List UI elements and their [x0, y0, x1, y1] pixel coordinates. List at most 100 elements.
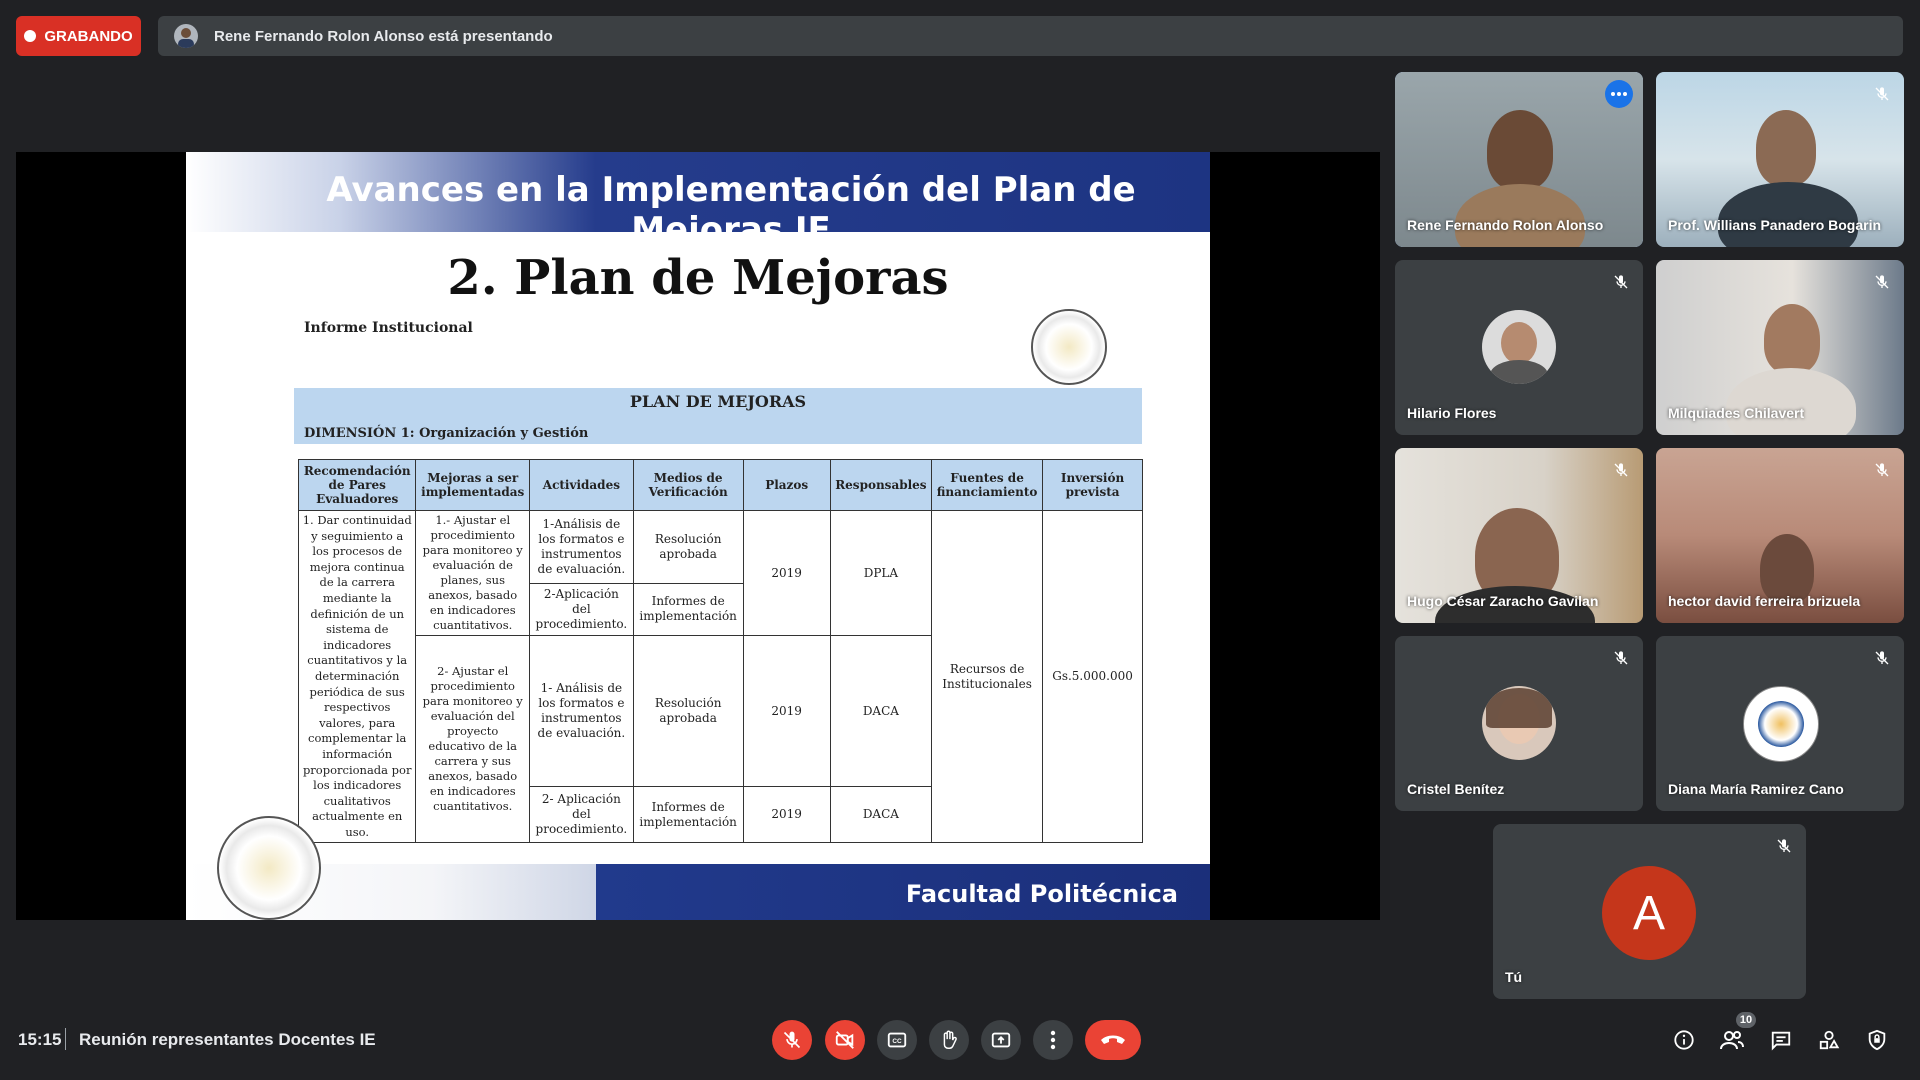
- svg-text:CC: CC: [892, 1038, 902, 1045]
- participant-name: Diana María Ramirez Cano: [1668, 781, 1844, 797]
- table-header: Actividades: [529, 459, 634, 511]
- table-header: Fuentes de financiamiento: [931, 459, 1044, 511]
- participant-tile[interactable]: Rene Fernando Rolon Alonso: [1395, 72, 1643, 247]
- table-cell: 1.- Ajustar el procedimiento para monito…: [415, 510, 531, 636]
- table-header: Recomendación de Pares Evaluadores: [297, 459, 417, 511]
- people-button[interactable]: [1716, 1024, 1748, 1056]
- mic-off-icon: [1870, 646, 1894, 670]
- participant-face: [1756, 110, 1816, 186]
- table-header: Mejoras a ser implementadas: [415, 459, 531, 511]
- faculty-seal-icon: [217, 816, 321, 920]
- mic-off-icon: [1870, 82, 1894, 106]
- participant-tile[interactable]: Hilario Flores: [1395, 260, 1643, 435]
- people-icon: [1720, 1031, 1744, 1050]
- mic-off-icon: [1609, 646, 1633, 670]
- captions-icon: CC: [887, 1032, 907, 1048]
- plan-header-band: PLAN DE MEJORAS DIMENSIÓN 1: Organizació…: [294, 388, 1142, 444]
- participant-tile[interactable]: Milquiades Chilavert: [1656, 260, 1904, 435]
- mic-off-icon: [1609, 458, 1633, 482]
- divider: [65, 1028, 66, 1050]
- slide-footer: Facultad Politécnica: [596, 864, 1210, 920]
- plan-title: PLAN DE MEJORAS: [629, 392, 807, 411]
- mic-off-icon: [1870, 270, 1894, 294]
- participant-face: [1764, 304, 1820, 374]
- participant-tile[interactable]: Cristel Benítez: [1395, 636, 1643, 811]
- mic-off-icon: [783, 1031, 801, 1049]
- leave-call-button[interactable]: [1085, 1020, 1141, 1060]
- participant-tile[interactable]: Prof. Willians Panadero Bogarin: [1656, 72, 1904, 247]
- self-avatar: A: [1602, 866, 1696, 960]
- mic-toggle-button[interactable]: [772, 1020, 812, 1060]
- self-tile[interactable]: A Tú: [1493, 824, 1806, 999]
- footer-text: Facultad Politécnica: [905, 880, 1178, 908]
- university-seal-icon: [1743, 686, 1819, 762]
- participant-face: [1487, 110, 1553, 190]
- participant-count-badge: 10: [1736, 1012, 1756, 1028]
- table-header: Plazos: [742, 459, 831, 511]
- recording-indicator[interactable]: GRABANDO: [16, 16, 141, 56]
- camera-toggle-button[interactable]: [825, 1020, 865, 1060]
- raise-hand-icon: [943, 1030, 957, 1049]
- presenting-text: Rene Fernando Rolon Alonso está presenta…: [214, 27, 553, 45]
- participant-name: Cristel Benítez: [1407, 781, 1505, 797]
- meeting-details-button[interactable]: [1668, 1024, 1700, 1056]
- table-cell: DACA: [829, 634, 933, 788]
- table-cell: 2- Aplicación del procedimiento.: [529, 786, 634, 844]
- table-cell: Gs.5.000.000: [1042, 509, 1143, 844]
- meeting-clock: 15:15: [18, 1030, 62, 1049]
- present-now-button[interactable]: [981, 1020, 1021, 1060]
- mic-off-icon: [1772, 834, 1796, 858]
- table-cell: 2019: [742, 510, 831, 636]
- participant-name: Prof. Willians Panadero Bogarin: [1668, 217, 1882, 233]
- table-cell: DPLA: [829, 510, 933, 636]
- more-options-button[interactable]: [1033, 1020, 1073, 1060]
- university-seal-icon: [1031, 309, 1107, 385]
- table-cell: 1- Análisis de los formatos e instrument…: [529, 634, 634, 788]
- activities-icon: [1819, 1030, 1840, 1050]
- host-controls-icon: [1868, 1029, 1886, 1051]
- table-cell: 2019: [742, 634, 831, 788]
- participant-name: Rene Fernando Rolon Alonso: [1407, 217, 1604, 233]
- participant-avatar: [1482, 686, 1556, 760]
- participant-tile[interactable]: Hugo César Zaracho Gavilan: [1395, 448, 1643, 623]
- more-options-icon[interactable]: [1605, 80, 1633, 108]
- report-label: Informe Institucional: [304, 320, 473, 336]
- mic-off-icon: [1870, 458, 1894, 482]
- table-header: Responsables: [829, 459, 933, 511]
- table-cell: 2- Ajustar el procedimiento para monitor…: [415, 634, 531, 844]
- mic-off-icon: [1609, 270, 1633, 294]
- shared-slide: Avances en la Implementación del Plan de…: [186, 152, 1210, 920]
- captions-button[interactable]: CC: [877, 1020, 917, 1060]
- more-options-icon: [1050, 1030, 1056, 1050]
- table-cell: 2019: [742, 786, 831, 844]
- present-icon: [991, 1032, 1011, 1048]
- meeting-title: Reunión representantes Docentes IE: [79, 1030, 376, 1049]
- record-dot-icon: [24, 30, 37, 42]
- table-cell: Resolución aprobada: [632, 634, 744, 788]
- table-cell: Informes de implementación: [632, 582, 744, 637]
- plan-table: Recomendación de Pares Evaluadores Mejor…: [297, 459, 1143, 844]
- participant-name: Hilario Flores: [1407, 405, 1497, 421]
- table-cell: DACA: [829, 786, 933, 844]
- slide-title: 2. Plan de Mejoras: [447, 250, 949, 306]
- chat-button[interactable]: [1765, 1024, 1797, 1056]
- participant-name: Milquiades Chilavert: [1668, 405, 1805, 421]
- participant-tile[interactable]: hector david ferreira brizuela: [1656, 448, 1904, 623]
- chat-icon: [1771, 1031, 1791, 1051]
- presenting-banner: Rene Fernando Rolon Alonso está presenta…: [158, 16, 1903, 56]
- participant-name: Hugo César Zaracho Gavilan: [1407, 593, 1599, 609]
- activities-button[interactable]: [1813, 1024, 1845, 1056]
- host-controls-button[interactable]: [1861, 1024, 1893, 1056]
- dimension-label: DIMENSIÓN 1: Organización y Gestión: [304, 426, 589, 441]
- participant-name: Tú: [1505, 969, 1523, 985]
- recording-label: GRABANDO: [44, 27, 133, 45]
- presenter-avatar: [174, 24, 198, 48]
- hang-up-icon: [1101, 1035, 1125, 1044]
- table-cell: 1-Análisis de los formatos e instrumento…: [529, 510, 634, 584]
- slide-header-title: Avances en la Implementación del Plan de…: [326, 170, 1136, 250]
- table-cell: 2-Aplicación del procedimiento.: [529, 582, 634, 637]
- raise-hand-button[interactable]: [929, 1020, 969, 1060]
- table-cell: Recursos de Institucionales: [931, 509, 1044, 844]
- camera-off-icon: [835, 1031, 854, 1049]
- participant-tile[interactable]: Diana María Ramirez Cano: [1656, 636, 1904, 811]
